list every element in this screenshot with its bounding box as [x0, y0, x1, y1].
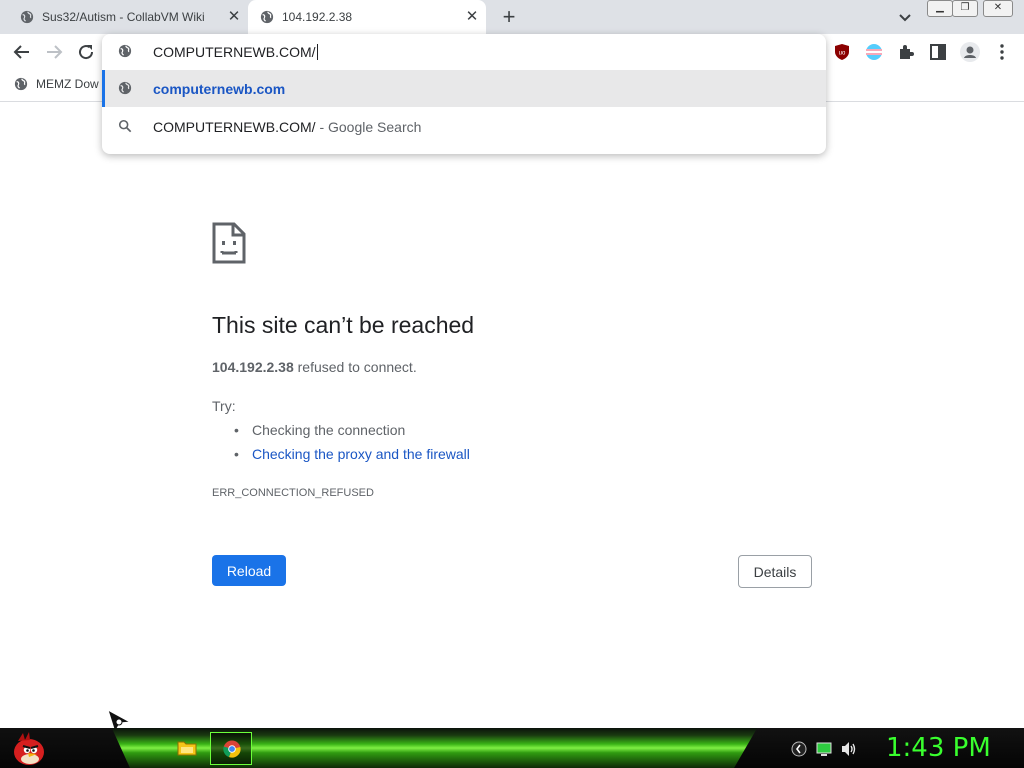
taskbar-chrome-button[interactable] [210, 732, 252, 765]
suggestion-suffix: - Google Search [315, 119, 422, 135]
tab-active[interactable]: 104.192.2.38 ✕ [248, 0, 486, 34]
try-suggestion-proxy-link[interactable]: Checking the proxy and the firewall [232, 445, 470, 469]
close-tab-icon[interactable]: ✕ [464, 9, 480, 25]
tab-strip: Sus32/Autism - CollabVM Wiki ✕ 104.192.2… [0, 0, 1024, 34]
tray-app-icon[interactable] [790, 740, 808, 758]
svg-text:uo: uo [839, 51, 846, 57]
error-code: ERR_CONNECTION_REFUSED [212, 487, 374, 499]
reload-button[interactable] [74, 40, 98, 64]
try-suggestion-connection: Checking the connection [232, 421, 470, 445]
chrome-icon [223, 740, 241, 758]
close-window-button[interactable]: ✕ [983, 0, 1013, 17]
try-suggestions-list: Checking the connection Checking the pro… [232, 421, 470, 469]
network-monitor-icon[interactable] [815, 740, 833, 758]
omnibox-dropdown: COMPUTERNEWB.COM/ computernewb.com COMPU… [102, 34, 826, 154]
error-message-text: refused to connect. [293, 359, 417, 375]
chevron-down-icon[interactable] [896, 8, 914, 26]
profile-avatar-icon[interactable] [960, 42, 980, 62]
reload-page-button[interactable]: Reload [212, 555, 286, 586]
flag-extension-icon[interactable] [864, 42, 884, 62]
side-panel-icon[interactable] [928, 42, 948, 62]
tab-title: 104.192.2.38 [282, 10, 353, 24]
arrow-left-icon [13, 45, 29, 59]
volume-icon[interactable] [840, 740, 858, 758]
omnibox-suggestion-url[interactable]: computernewb.com [102, 70, 826, 107]
sad-page-icon [212, 222, 246, 264]
reload-icon [79, 45, 94, 60]
menu-kebab-icon[interactable] [992, 42, 1012, 62]
bookmark-label: MEMZ Dow [36, 77, 99, 91]
taskbar-clock[interactable]: 1:43 PM [886, 733, 991, 763]
close-tab-icon[interactable]: ✕ [226, 9, 242, 25]
suggestion-text: computernewb.com [153, 81, 286, 97]
start-button-bird-icon[interactable] [8, 729, 48, 767]
error-host: 104.192.2.38 [212, 359, 294, 375]
globe-icon [118, 44, 132, 58]
text-caret [316, 44, 318, 60]
arrow-right-icon [47, 45, 63, 59]
restore-button[interactable]: ❐ [952, 0, 978, 17]
ublock-icon[interactable]: uo [832, 42, 852, 62]
back-button[interactable] [10, 40, 34, 64]
extensions-puzzle-icon[interactable] [896, 42, 916, 62]
suggestion-query: COMPUTERNEWB.COM/ [153, 119, 316, 135]
tab-title: Sus32/Autism - CollabVM Wiki [42, 10, 205, 24]
globe-icon [118, 81, 132, 95]
taskbar: 1:43 PM [0, 728, 1024, 768]
details-button[interactable]: Details [738, 555, 812, 588]
bookmark-item[interactable]: MEMZ Dow [14, 77, 99, 91]
search-icon [118, 119, 132, 133]
forward-button[interactable] [42, 40, 66, 64]
globe-icon [14, 77, 28, 91]
file-manager-folder-icon[interactable] [175, 736, 199, 760]
tab-collabvm-wiki[interactable]: Sus32/Autism - CollabVM Wiki ✕ [0, 0, 248, 34]
new-tab-button[interactable]: + [497, 6, 521, 28]
error-message: 104.192.2.38 refused to connect. [212, 359, 417, 375]
address-input[interactable]: COMPUTERNEWB.COM/ [153, 44, 316, 60]
error-title: This site can’t be reached [212, 312, 475, 338]
address-bar[interactable]: COMPUTERNEWB.COM/ [102, 34, 826, 70]
try-label: Try: [212, 398, 236, 414]
minimize-button[interactable]: ▁ [927, 0, 953, 17]
globe-icon [260, 10, 274, 24]
globe-icon [20, 10, 34, 24]
omnibox-suggestion-search[interactable]: COMPUTERNEWB.COM/ - Google Search [102, 108, 826, 145]
